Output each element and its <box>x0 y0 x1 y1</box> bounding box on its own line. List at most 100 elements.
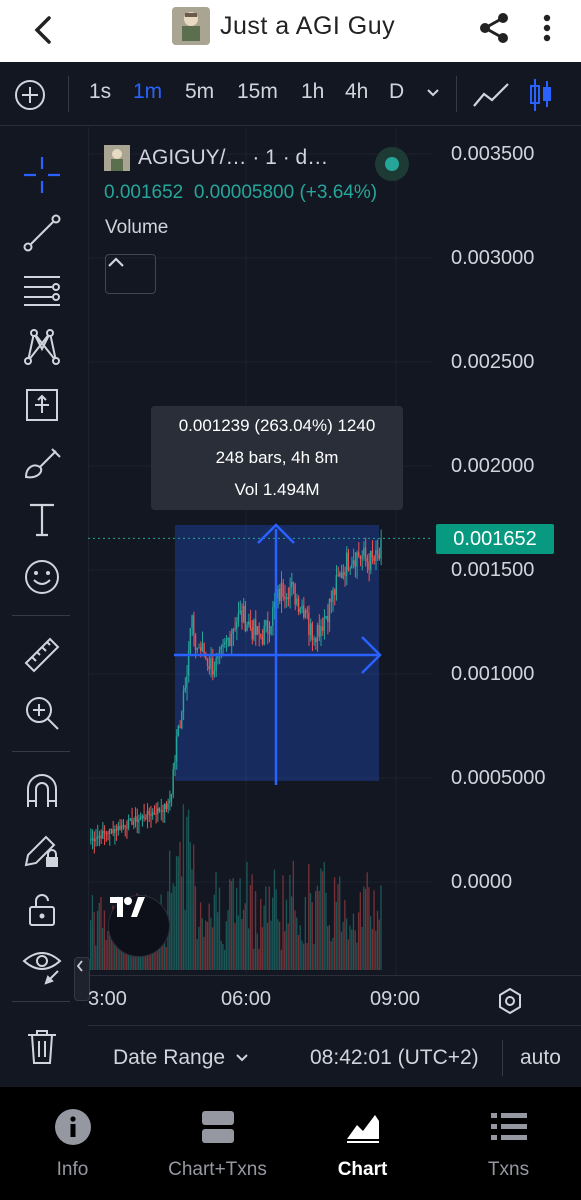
magnet-icon <box>27 774 57 807</box>
candle-body <box>112 829 114 834</box>
divider <box>456 76 457 112</box>
brush-tool[interactable] <box>18 439 66 487</box>
candle-body <box>266 620 269 633</box>
volume-bar <box>198 926 200 970</box>
tradingview-logo[interactable] <box>108 895 170 957</box>
nav-txns[interactable]: Txns <box>436 1107 581 1181</box>
candle-body <box>206 658 209 666</box>
candle-body <box>179 725 181 729</box>
volume-bar <box>301 940 303 970</box>
interval-d[interactable]: D <box>389 80 404 104</box>
interval-1m[interactable]: 1m <box>133 80 162 104</box>
nav-chart[interactable]: Chart <box>290 1107 435 1181</box>
interval-1h[interactable]: 1h <box>301 80 324 104</box>
delete-tool[interactable] <box>18 1023 66 1071</box>
candle-body <box>148 810 150 815</box>
ruler-tool[interactable] <box>18 631 66 679</box>
time-axis-label: 06:00 <box>221 988 272 1010</box>
candle-body <box>325 616 327 619</box>
candle-body <box>287 597 289 600</box>
volume-indicator-label[interactable]: Volume <box>105 217 168 239</box>
nav-info[interactable]: Info <box>0 1107 145 1181</box>
volume-bar <box>232 878 234 970</box>
share-button[interactable] <box>474 8 514 48</box>
more-button[interactable] <box>532 8 562 48</box>
magnet-tool[interactable] <box>18 767 66 815</box>
candle-body <box>124 825 126 828</box>
brush-icon <box>24 448 61 479</box>
volume-bar <box>199 902 202 970</box>
timezone-clock[interactable]: 08:42:01 (UTC+2) <box>310 1046 479 1070</box>
candle-body <box>182 690 185 712</box>
interval-dropdown[interactable] <box>424 84 442 107</box>
tradingview-icon <box>110 897 145 917</box>
page-title: Just a AGI Guy <box>220 11 396 40</box>
candle-body <box>189 628 191 651</box>
pattern-icon <box>24 329 60 365</box>
volume-bar <box>272 897 274 970</box>
candle-body <box>162 810 164 812</box>
volume-bar <box>268 886 270 970</box>
volume-bar <box>254 891 257 970</box>
chart-settings-button[interactable] <box>493 984 527 1018</box>
candle-body <box>306 610 308 613</box>
interval-1s[interactable]: 1s <box>89 80 111 104</box>
volume-bar <box>236 887 238 970</box>
volume-bar <box>342 922 344 970</box>
symbol-avatar <box>104 145 130 171</box>
date-range-button[interactable]: Date Range <box>113 1046 225 1070</box>
pattern-tool[interactable] <box>18 323 66 371</box>
candle-body <box>93 838 95 842</box>
crosshair-tool[interactable] <box>18 151 66 199</box>
volume-bar <box>258 948 260 970</box>
candle-body <box>315 638 317 642</box>
volume-bar <box>352 913 355 970</box>
candle-body <box>344 571 346 576</box>
nav-chart-txns[interactable]: Chart+Txns <box>145 1107 290 1181</box>
candle-body <box>340 573 343 579</box>
price-change: 0.00005800 (+3.64%) <box>193 182 378 203</box>
unlock-tool[interactable] <box>18 885 66 933</box>
volume-bar <box>105 939 107 970</box>
text-tool[interactable] <box>18 495 66 543</box>
line-chart-type-button[interactable] <box>472 80 510 115</box>
price-axis-label: 0.003000 <box>451 247 535 269</box>
collapse-legend-button[interactable] <box>105 254 156 294</box>
volume-bar <box>278 921 281 970</box>
volume-bar <box>100 897 102 970</box>
volume-bar <box>248 928 250 970</box>
candle-body <box>117 826 119 831</box>
candle-body <box>284 597 286 599</box>
volume-bar <box>347 939 349 970</box>
visibility-tool[interactable] <box>18 941 66 989</box>
price-chart[interactable]: AGIGUY/… · 1 · d… 0.001652 0.00005800 (+… <box>74 127 581 1025</box>
candle-body <box>248 621 250 625</box>
interval-15m[interactable]: 15m <box>237 80 278 104</box>
candle-body <box>153 812 155 814</box>
symbol-legend[interactable]: AGIGUY/… · 1 · d… <box>104 145 328 171</box>
market-status-indicator[interactable] <box>375 147 409 181</box>
volume-bar <box>339 876 341 970</box>
fib-tool[interactable] <box>18 267 66 315</box>
nav-label: Info <box>56 1159 89 1180</box>
volume-bar <box>323 861 325 970</box>
zoom-tool[interactable] <box>18 689 66 737</box>
trend-line-tool[interactable] <box>18 209 66 257</box>
candle-chart-type-button[interactable] <box>528 77 554 118</box>
back-button[interactable] <box>22 8 66 52</box>
interval-5m[interactable]: 5m <box>185 80 214 104</box>
emoji-tool[interactable] <box>18 553 66 601</box>
lock-drawing-tool[interactable] <box>18 825 66 873</box>
volume-bar <box>107 931 109 970</box>
candle-body <box>368 561 370 570</box>
volume-bar <box>280 949 282 970</box>
add-indicator-button[interactable] <box>14 79 46 116</box>
volume-bar <box>210 917 212 970</box>
candle-body <box>122 825 124 827</box>
forecast-tool[interactable] <box>18 381 66 429</box>
candle-body <box>102 831 104 839</box>
time-axis[interactable]: 3:00 06:00 09:00 <box>88 975 581 1023</box>
auto-scale-toggle[interactable]: auto <box>520 1046 561 1070</box>
candle-body <box>196 647 198 651</box>
interval-4h[interactable]: 4h <box>345 80 368 104</box>
